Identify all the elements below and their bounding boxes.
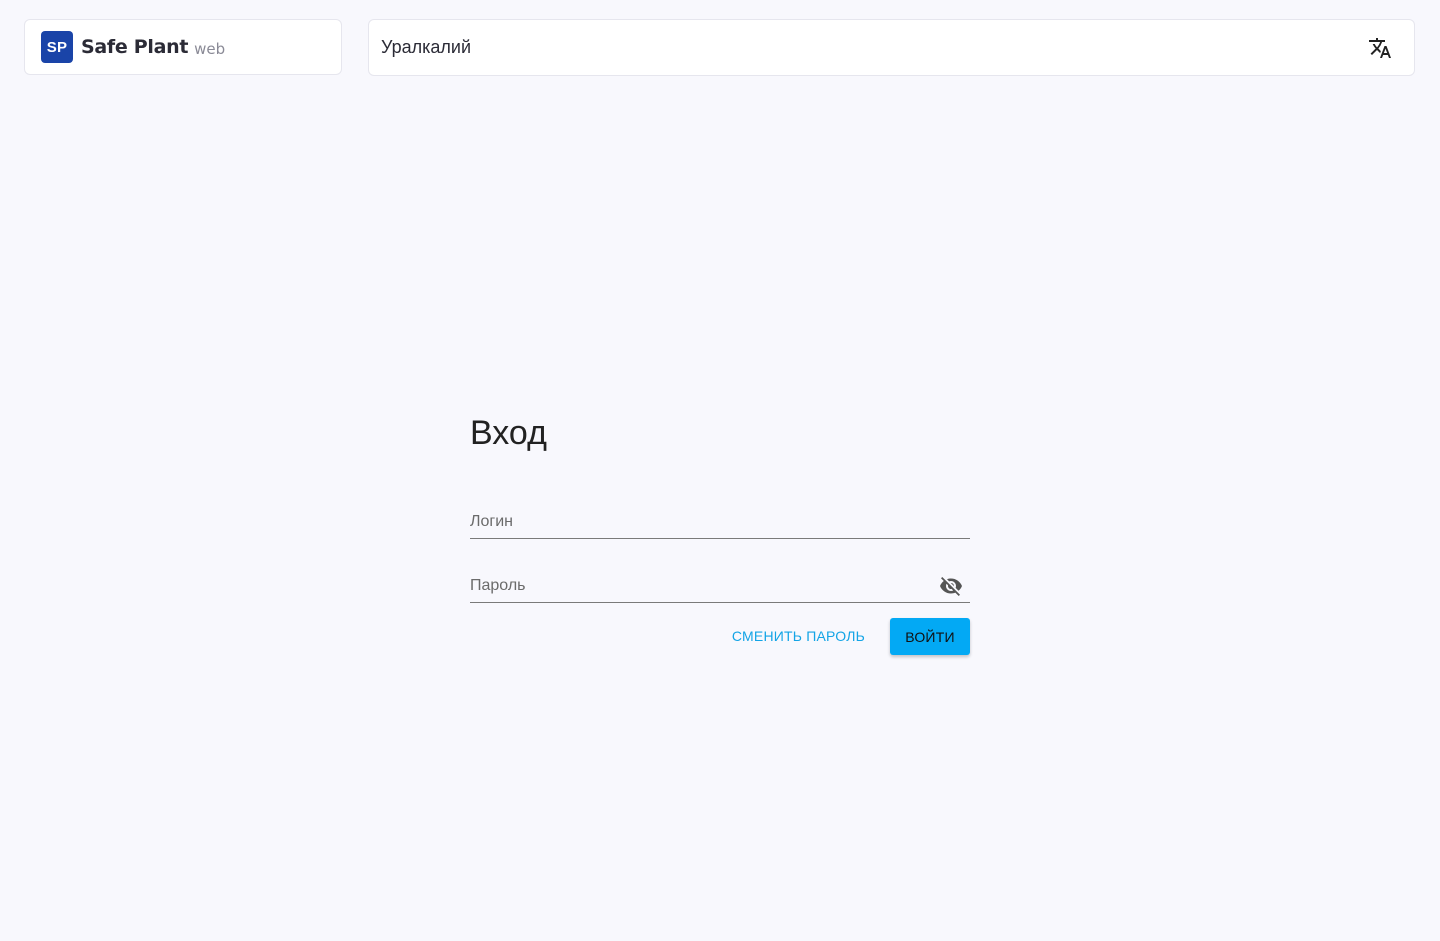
password-field <box>470 566 970 603</box>
eye-off-icon <box>940 577 962 596</box>
change-password-button[interactable]: СМЕНИТЬ ПАРОЛЬ <box>730 618 867 654</box>
language-switch-button[interactable] <box>1366 34 1394 62</box>
logo-badge: SP <box>41 31 73 63</box>
translate-icon <box>1369 38 1391 58</box>
login-form: Вход СМЕНИТЬ ПАРОЛЬ ВОЙТИ <box>470 410 970 655</box>
login-field <box>470 502 970 539</box>
organization-header: Уралкалий <box>368 19 1415 76</box>
page-title: Вход <box>470 414 547 452</box>
toggle-password-visibility-button[interactable] <box>938 573 964 599</box>
login-input[interactable] <box>470 506 970 538</box>
form-actions: СМЕНИТЬ ПАРОЛЬ ВОЙТИ <box>470 618 970 656</box>
organization-name: Уралкалий <box>381 37 472 57</box>
password-input[interactable] <box>470 570 970 602</box>
app-logo-panel: SP Safe Plant web <box>24 19 342 75</box>
login-submit-button[interactable]: ВОЙТИ <box>890 618 970 655</box>
app-name: Safe Plant <box>81 36 189 58</box>
app-name-suffix: web <box>194 40 226 58</box>
